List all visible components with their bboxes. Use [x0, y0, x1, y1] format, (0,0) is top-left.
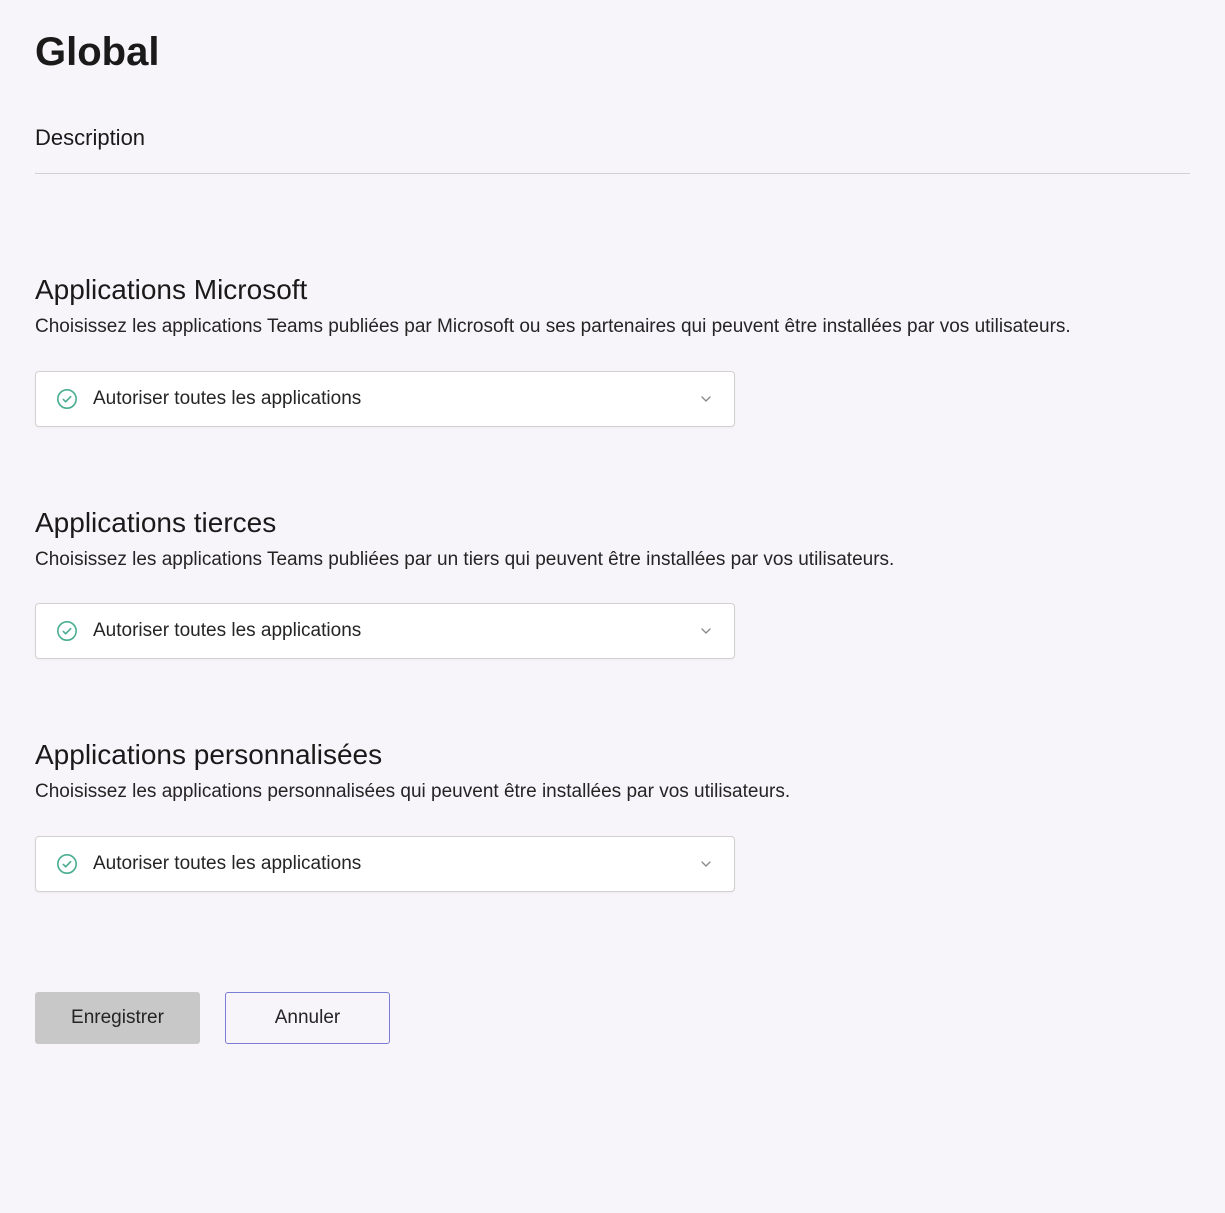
third-party-apps-dropdown[interactable]: Autoriser toutes les applications — [35, 603, 735, 659]
checkmark-circle-icon — [56, 620, 78, 642]
chevron-down-icon — [698, 391, 714, 407]
description-label: Description — [35, 125, 1190, 163]
divider — [35, 173, 1190, 174]
checkmark-circle-icon — [56, 853, 78, 875]
cancel-button[interactable]: Annuler — [225, 992, 390, 1044]
third-party-apps-dropdown-value: Autoriser toutes les applications — [93, 620, 361, 642]
third-party-apps-heading: Applications tierces — [35, 507, 1190, 539]
custom-apps-dropdown-value: Autoriser toutes les applications — [93, 853, 361, 875]
page-title: Global — [35, 30, 1190, 75]
custom-apps-heading: Applications personnalisées — [35, 739, 1190, 771]
button-row: Enregistrer Annuler — [35, 992, 1190, 1044]
chevron-down-icon — [698, 856, 714, 872]
custom-apps-section: Applications personnalisées Choisissez l… — [35, 739, 1190, 892]
microsoft-apps-dropdown[interactable]: Autoriser toutes les applications — [35, 371, 735, 427]
microsoft-apps-dropdown-value: Autoriser toutes les applications — [93, 388, 361, 410]
save-button[interactable]: Enregistrer — [35, 992, 200, 1044]
microsoft-apps-description: Choisissez les applications Teams publié… — [35, 314, 1190, 341]
description-section: Description — [35, 125, 1190, 163]
custom-apps-description: Choisissez les applications personnalisé… — [35, 779, 1190, 806]
checkmark-circle-icon — [56, 388, 78, 410]
microsoft-apps-section: Applications Microsoft Choisissez les ap… — [35, 274, 1190, 427]
custom-apps-dropdown[interactable]: Autoriser toutes les applications — [35, 836, 735, 892]
third-party-apps-description: Choisissez les applications Teams publié… — [35, 547, 1190, 574]
microsoft-apps-heading: Applications Microsoft — [35, 274, 1190, 306]
chevron-down-icon — [698, 623, 714, 639]
third-party-apps-section: Applications tierces Choisissez les appl… — [35, 507, 1190, 660]
